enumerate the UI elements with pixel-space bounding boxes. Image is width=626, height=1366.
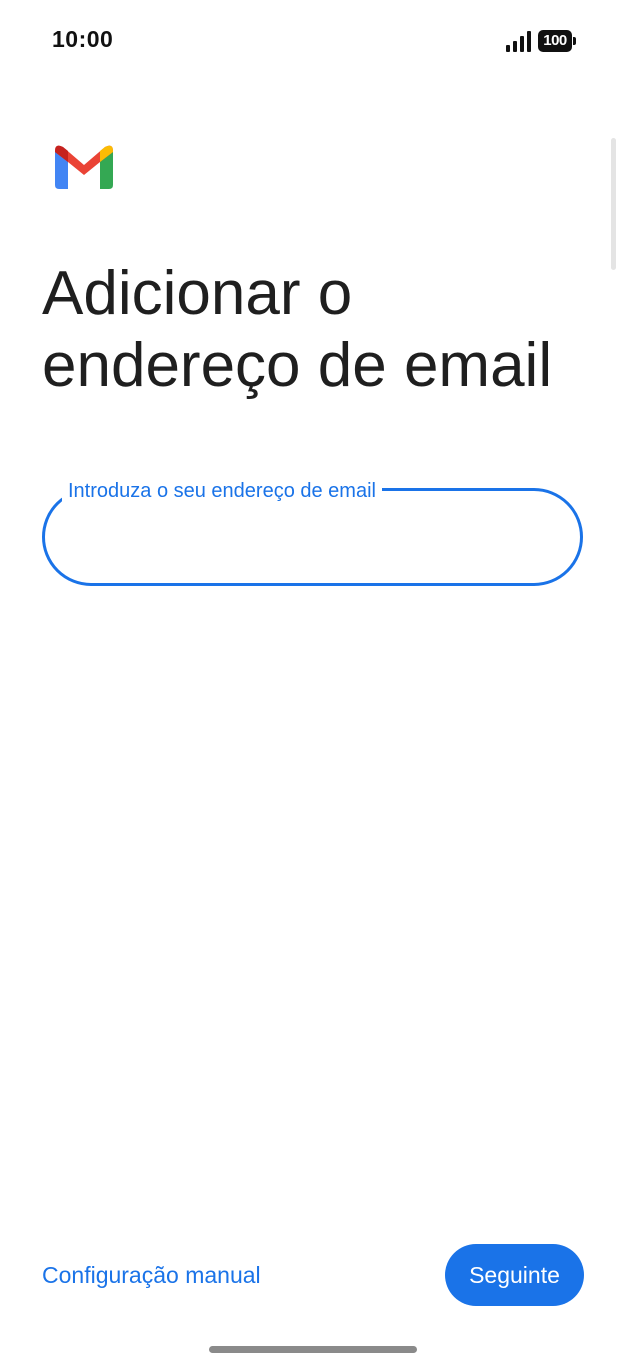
next-button[interactable]: Seguinte [445, 1244, 584, 1306]
status-time: 10:00 [52, 26, 114, 52]
signal-icon [506, 31, 531, 52]
battery-level: 100 [538, 30, 572, 52]
manual-setup-button[interactable]: Configuração manual [42, 1262, 261, 1289]
email-field-label: Introduza o seu endereço de email [62, 478, 382, 504]
battery-icon: 100 [538, 30, 578, 52]
home-indicator[interactable] [209, 1346, 417, 1353]
email-input[interactable] [71, 517, 555, 559]
scrollbar[interactable] [611, 138, 616, 270]
gmail-logo-icon [55, 145, 113, 189]
battery-tip [573, 37, 576, 45]
add-email-screen: 10:00 100 Adicionar o endereço de email … [0, 0, 626, 1366]
page-title: Adicionar o endereço de email [42, 259, 553, 400]
